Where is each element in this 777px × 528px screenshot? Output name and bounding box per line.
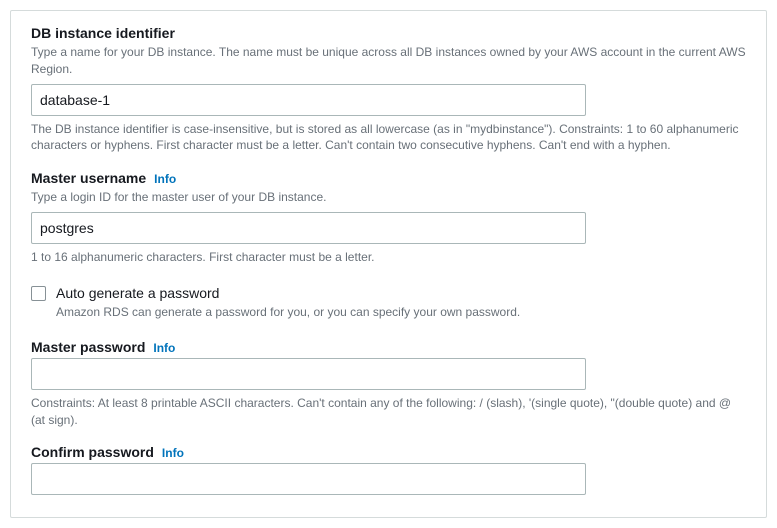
db-identifier-description: Type a name for your DB instance. The na… (31, 44, 746, 78)
db-identifier-hint: The DB instance identifier is case-insen… (31, 121, 746, 155)
master-username-label-row: Master username Info (31, 170, 746, 186)
master-username-block: Master username Info Type a login ID for… (31, 170, 746, 266)
auto-generate-checkbox[interactable] (31, 286, 46, 301)
db-identifier-label: DB instance identifier (31, 25, 175, 41)
auto-generate-text-col: Auto generate a password Amazon RDS can … (56, 284, 520, 321)
confirm-password-label-row: Confirm password Info (31, 444, 746, 460)
confirm-password-block: Confirm password Info (31, 444, 746, 495)
master-password-hint: Constraints: At least 8 printable ASCII … (31, 395, 746, 429)
master-username-description: Type a login ID for the master user of y… (31, 189, 746, 206)
auto-generate-row: Auto generate a password Amazon RDS can … (31, 284, 746, 321)
master-password-info-link[interactable]: Info (153, 341, 175, 355)
master-password-label-row: Master password Info (31, 339, 746, 355)
master-password-block: Master password Info Constraints: At lea… (31, 339, 746, 429)
master-username-input[interactable] (31, 212, 586, 244)
master-password-input[interactable] (31, 358, 586, 390)
confirm-password-input[interactable] (31, 463, 586, 495)
master-username-info-link[interactable]: Info (154, 172, 176, 186)
confirm-password-info-link[interactable]: Info (162, 446, 184, 460)
db-identifier-label-row: DB instance identifier (31, 25, 746, 41)
db-identifier-block: DB instance identifier Type a name for y… (31, 25, 746, 154)
confirm-password-label: Confirm password (31, 444, 154, 460)
master-password-label: Master password (31, 339, 145, 355)
auto-generate-description: Amazon RDS can generate a password for y… (56, 304, 520, 321)
auto-generate-label: Auto generate a password (56, 284, 520, 302)
settings-panel: DB instance identifier Type a name for y… (10, 10, 767, 518)
db-identifier-input[interactable] (31, 84, 586, 116)
master-username-label: Master username (31, 170, 146, 186)
master-username-hint: 1 to 16 alphanumeric characters. First c… (31, 249, 746, 266)
